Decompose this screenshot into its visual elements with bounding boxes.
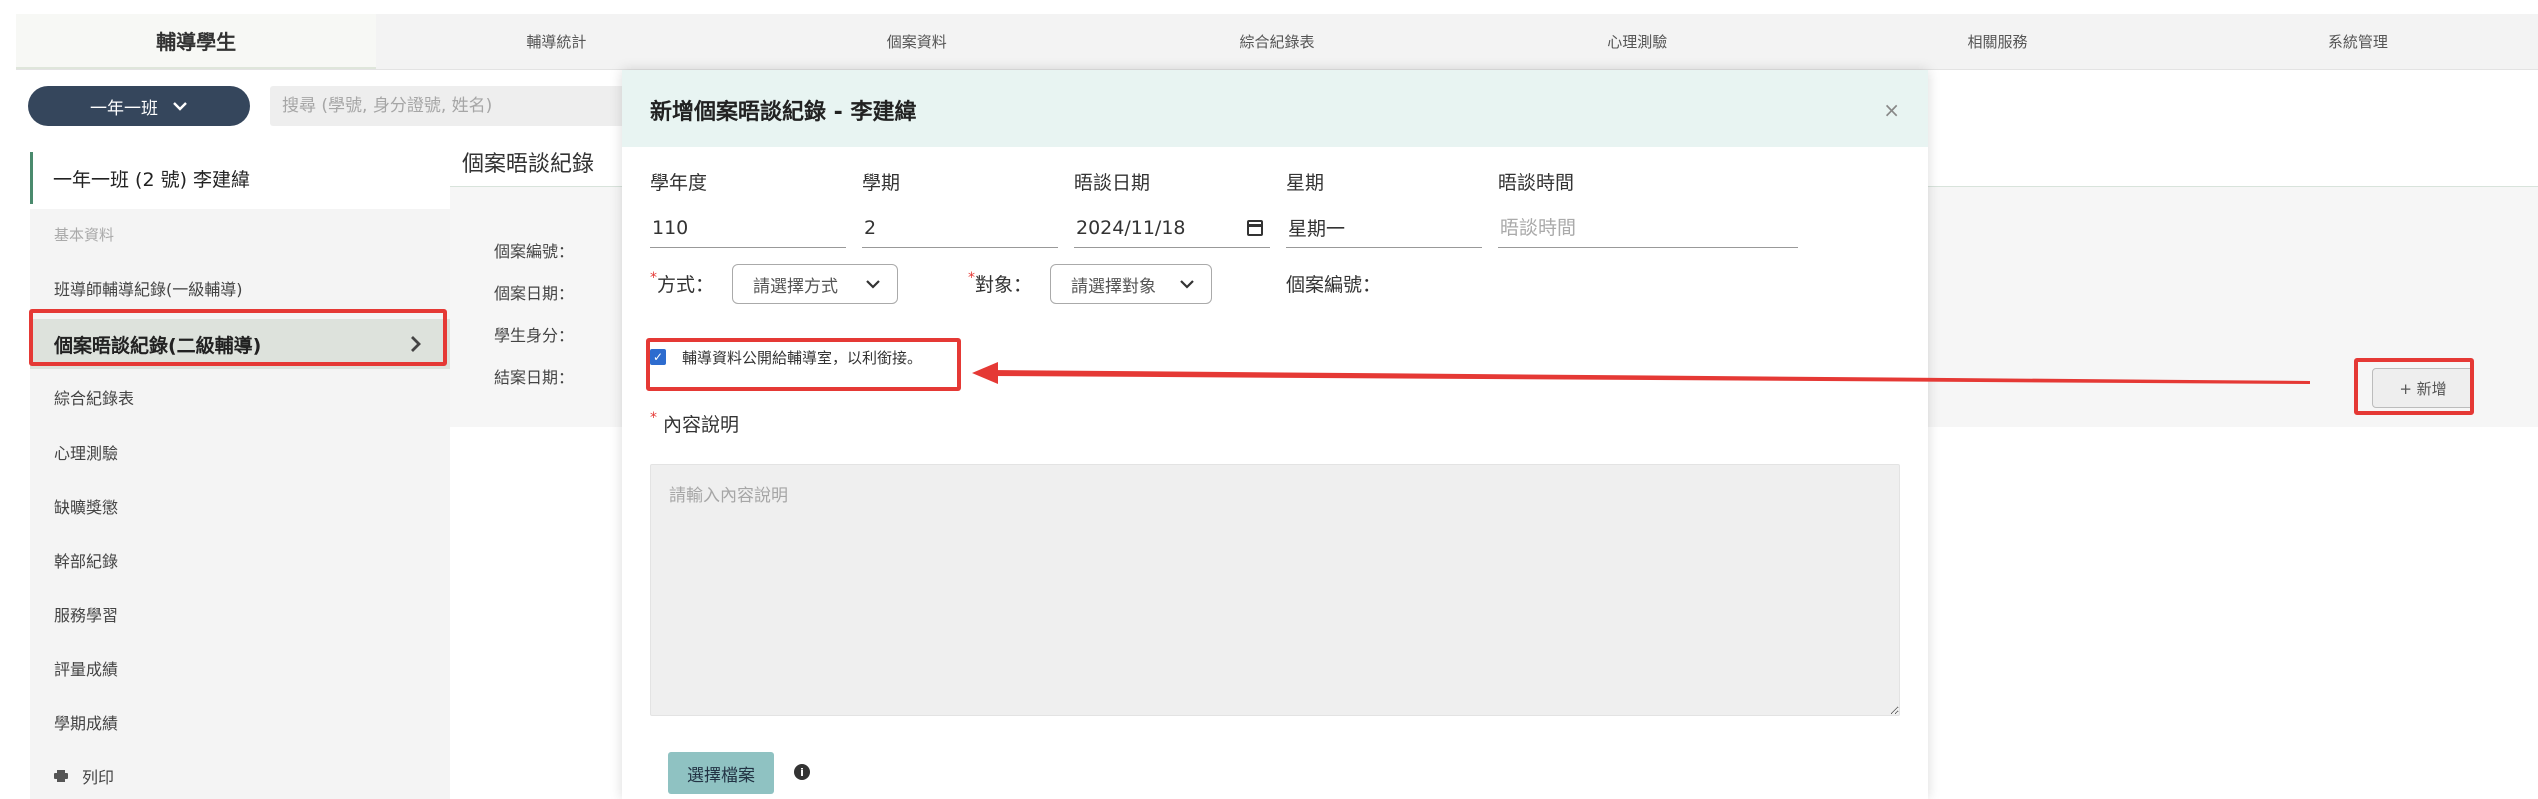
- tab-case-data[interactable]: 個案資料: [737, 14, 1097, 69]
- printer-icon: [54, 770, 68, 782]
- year-input[interactable]: [650, 208, 846, 248]
- sidebar-item-comprehensive[interactable]: 綜合紀錄表: [30, 372, 450, 422]
- sidebar: 基本資料 班導師輔導紀錄(一級輔導) 個案晤談紀錄(二級輔導) 綜合紀錄表 心理…: [30, 209, 450, 799]
- sidebar-item-homeroom-record[interactable]: 班導師輔導紀錄(一級輔導): [30, 263, 450, 313]
- sidebar-item-attendance[interactable]: 缺曠獎懲: [30, 481, 450, 531]
- class-select[interactable]: 一年一班: [28, 86, 250, 126]
- sidebar-item-assessment[interactable]: 評量成績: [30, 643, 450, 693]
- info-icon[interactable]: i: [794, 764, 810, 780]
- method-dropdown[interactable]: 請選擇方式: [732, 264, 898, 304]
- sidebar-item-label: 個案晤談紀錄(二級輔導): [54, 334, 262, 357]
- sidebar-item-print[interactable]: 列印: [30, 751, 450, 799]
- sidebar-item-case-interview[interactable]: 個案晤談紀錄(二級輔導): [30, 319, 450, 369]
- chevron-down-icon: [866, 280, 880, 289]
- weekday-label: 星期: [1286, 172, 1325, 194]
- student-status-label: 學生身分：: [494, 326, 575, 345]
- share-checkbox-label: 輔導資料公開給輔導室，以利銜接。: [682, 348, 923, 367]
- term-input[interactable]: [862, 208, 1058, 248]
- sidebar-item-cadre[interactable]: 幹部紀錄: [30, 535, 450, 585]
- sidebar-item-service-learning[interactable]: 服務學習: [30, 589, 450, 639]
- required-mark: *: [650, 270, 657, 286]
- choose-file-button[interactable]: 選擇檔案: [668, 752, 774, 794]
- target-dropdown-value: 請選擇對象: [1071, 276, 1156, 297]
- checkbox-checked-icon[interactable]: ✓: [650, 349, 666, 365]
- tab-comprehensive-record[interactable]: 綜合紀錄表: [1097, 14, 1457, 69]
- chevron-down-icon: [1180, 280, 1194, 289]
- required-mark: *: [650, 410, 657, 426]
- modal-header: 新增個案晤談紀錄 - 李建緯 ×: [622, 70, 1928, 147]
- case-number-label: 個案編號：: [494, 242, 575, 261]
- modal-title: 新增個案晤談紀錄 - 李建緯: [650, 100, 917, 125]
- time-input[interactable]: [1498, 208, 1798, 248]
- year-label: 學年度: [650, 172, 708, 194]
- term-label: 學期: [862, 172, 901, 194]
- top-nav: 輔導學生 輔導統計 個案資料 綜合紀錄表 心理測驗 相關服務 系統管理: [16, 14, 2538, 70]
- share-checkbox-row[interactable]: ✓ 輔導資料公開給輔導室，以利銜接。: [650, 342, 922, 372]
- tab-system-admin[interactable]: 系統管理: [2178, 14, 2538, 69]
- date-input[interactable]: [1074, 208, 1270, 248]
- method-label: *方式：: [650, 270, 715, 296]
- content-label: * 內容說明: [650, 410, 740, 436]
- content-textarea[interactable]: [650, 464, 1900, 716]
- weekday-input[interactable]: [1286, 208, 1482, 248]
- class-select-label: 一年一班: [90, 98, 158, 119]
- date-label: 晤談日期: [1074, 172, 1151, 194]
- sidebar-item-psych-test[interactable]: 心理測驗: [30, 427, 450, 477]
- case-number-label: 個案編號：: [1286, 274, 1382, 296]
- tab-psych-test[interactable]: 心理測驗: [1457, 14, 1817, 69]
- tab-counseling-students[interactable]: 輔導學生: [16, 14, 377, 69]
- sidebar-item-basic-info[interactable]: 基本資料: [30, 209, 450, 259]
- target-label: *對象：: [968, 270, 1033, 296]
- student-header: 一年一班 (2 號) 李建緯: [30, 152, 432, 204]
- calendar-icon[interactable]: [1247, 220, 1263, 236]
- chevron-right-icon: [411, 336, 421, 352]
- close-icon[interactable]: ×: [1883, 98, 1900, 122]
- case-date-label: 個案日期：: [494, 284, 575, 303]
- target-dropdown[interactable]: 請選擇對象: [1050, 264, 1212, 304]
- add-button[interactable]: + 新增: [2372, 368, 2474, 408]
- time-label: 晤談時間: [1498, 172, 1575, 194]
- close-date-label: 結案日期：: [494, 368, 575, 387]
- chevron-down-icon: [173, 102, 187, 111]
- method-dropdown-value: 請選擇方式: [753, 276, 838, 297]
- tab-counseling-stats[interactable]: 輔導統計: [376, 14, 736, 69]
- section-title: 個案晤談紀錄: [462, 152, 595, 177]
- new-interview-modal: 新增個案晤談紀錄 - 李建緯 × 學年度 學期 晤談日期 星期 晤談時間 *方式…: [622, 70, 1928, 799]
- sidebar-item-label: 列印: [82, 768, 115, 787]
- tab-related-services[interactable]: 相關服務: [1817, 14, 2177, 69]
- required-mark: *: [968, 270, 975, 286]
- search-input[interactable]: [270, 86, 650, 126]
- sidebar-item-term-grades[interactable]: 學期成績: [30, 697, 450, 747]
